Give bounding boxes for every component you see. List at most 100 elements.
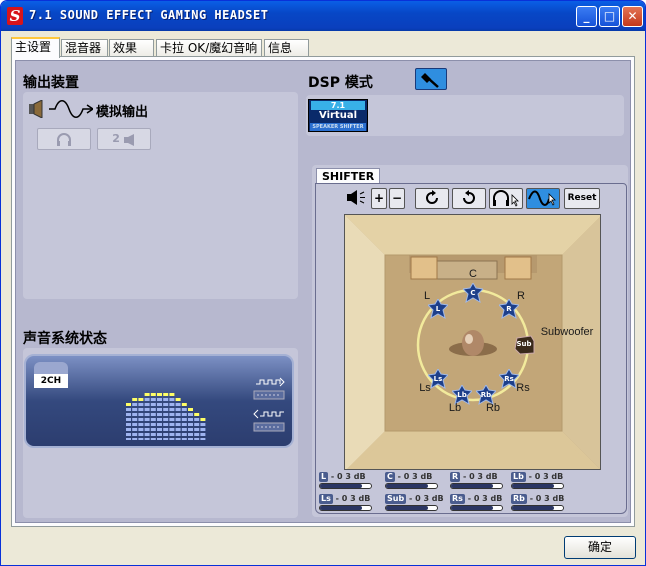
headphone-mode-button[interactable] <box>37 128 91 150</box>
eq-segment <box>169 413 175 416</box>
eq-segment <box>194 423 200 426</box>
eq-segment <box>169 408 175 411</box>
zoom-out-button[interactable]: − <box>389 188 405 209</box>
virtual-71-logo-button[interactable]: 7.1 Virtual SPEAKER SHIFTER <box>308 99 368 132</box>
dsp-mode-panel: 7.1 Virtual SPEAKER SHIFTER <box>306 95 624 136</box>
speaker-l-icon[interactable]: L <box>426 298 450 320</box>
eq-segment <box>126 438 131 441</box>
eq-segment <box>175 403 181 406</box>
level-slider-rs[interactable] <box>450 505 503 511</box>
level-slider-sub[interactable] <box>385 505 438 511</box>
eq-segment <box>169 423 175 426</box>
speaker-sub-icon[interactable]: Sub <box>513 335 535 355</box>
maximize-button[interactable]: □ <box>599 6 620 27</box>
speaker-mode-button[interactable]: 2 <box>97 128 151 150</box>
app-logo-icon: S <box>7 7 23 25</box>
zoom-in-button[interactable]: + <box>371 188 387 209</box>
eq-segment <box>132 423 138 426</box>
level-slider-ls[interactable] <box>319 505 372 511</box>
eq-segment <box>150 433 156 436</box>
eq-segment <box>169 433 175 436</box>
level-slider-r[interactable] <box>450 483 503 489</box>
eq-segment <box>169 438 175 441</box>
eq-segment <box>200 423 206 426</box>
speaker-sub-badge: Sub <box>516 340 532 348</box>
level-fill <box>386 506 428 510</box>
logo-mid-text: Virtual <box>319 110 357 121</box>
tab-karaoke[interactable]: 卡拉 OK/魔幻音响 <box>156 39 262 57</box>
level-fill <box>386 484 428 488</box>
speaker-sub-caption: Subwoofer <box>540 326 594 338</box>
eq-visualizer <box>126 390 210 441</box>
eq-segment <box>144 413 150 416</box>
eq-segment <box>144 398 150 401</box>
channel-badge: Ls <box>319 494 333 504</box>
eq-segment <box>150 428 156 431</box>
analog-output-label: 模拟输出 <box>96 105 149 120</box>
speaker-icon <box>27 99 45 119</box>
tab-effects[interactable]: 效果 <box>109 39 154 57</box>
tab-main-settings[interactable]: 主设置 <box>11 37 60 58</box>
eq-segment <box>132 433 138 436</box>
output-signal-icon <box>252 408 286 434</box>
reset-button[interactable]: Reset <box>564 188 600 209</box>
rotate-cw-button[interactable] <box>415 188 449 209</box>
wave-pointer-button[interactable] <box>526 188 560 209</box>
dsp-tool-button[interactable] <box>415 68 447 90</box>
eq-segment <box>163 393 169 396</box>
level-slider-lb[interactable] <box>511 483 564 489</box>
level-slider-c[interactable] <box>385 483 438 489</box>
speaker-c-caption: C <box>469 268 477 280</box>
channel-badge: 2CH <box>34 374 68 388</box>
eq-segment <box>163 403 169 406</box>
close-button[interactable]: ✕ <box>622 6 643 27</box>
level-slider-rb[interactable] <box>511 505 564 511</box>
level-fill <box>512 484 554 488</box>
rotate-ccw-button[interactable] <box>452 188 486 209</box>
eq-segment <box>132 408 138 411</box>
eq-segment <box>181 423 187 426</box>
level-slider-l[interactable] <box>319 483 372 489</box>
eq-segment <box>181 418 187 421</box>
tab-mixer[interactable]: 混音器 <box>61 39 108 57</box>
channel-badge: R <box>450 472 461 482</box>
eq-segment <box>169 403 175 406</box>
minimize-button[interactable]: _ <box>576 6 597 27</box>
speaker-l-badge: L <box>435 305 441 313</box>
headphone-pointer-icon <box>493 190 519 207</box>
sound-status-display: 2CH <box>24 354 294 448</box>
eq-segment <box>126 428 131 431</box>
meter-value: - 0 3 dB <box>528 472 564 481</box>
eq-segment <box>194 433 200 436</box>
eq-segment <box>150 398 156 401</box>
eq-segment <box>175 428 181 431</box>
input-signal-icon <box>252 376 286 402</box>
eq-segment <box>126 413 131 416</box>
speaker-r-icon[interactable]: R <box>497 298 521 320</box>
eq-segment <box>144 393 150 396</box>
meter-label-sub: Sub - 0 3 dB <box>385 494 444 504</box>
speaker-rs-caption: Rs <box>516 382 530 394</box>
speaker-c-icon[interactable]: C <box>461 282 485 304</box>
speaker-rb-badge: Rb <box>480 391 492 399</box>
eq-segment <box>157 413 162 416</box>
eq-segment <box>175 398 181 401</box>
eq-segment <box>188 433 193 436</box>
eq-segment <box>163 428 169 431</box>
eq-segment <box>138 403 144 406</box>
channel-badge: C <box>385 472 395 482</box>
eq-segment <box>157 438 162 441</box>
speaker-room-view[interactable]: C C L L R R Sub Subwoofer Ls Ls Rs Rs Lb Lb Rb Rb <box>344 214 601 470</box>
eq-segment <box>144 428 150 431</box>
tab-info[interactable]: 信息 <box>264 39 309 57</box>
headphone-pointer-button[interactable] <box>489 188 523 209</box>
speaker-small-icon <box>123 133 136 146</box>
speaker-r-caption: R <box>517 290 525 302</box>
eq-segment <box>150 408 156 411</box>
shifter-panel: SHIFTER + − Reset C C L L R R Sub Subwoo… <box>312 165 628 517</box>
title-bar[interactable]: S 7.1 SOUND EFFECT GAMING HEADSET _ □ ✕ <box>1 1 645 31</box>
shifter-tab[interactable]: SHIFTER <box>316 168 381 184</box>
eq-segment <box>181 433 187 436</box>
mute-speaker-button[interactable] <box>343 188 369 209</box>
ok-button[interactable]: 确定 <box>564 536 636 559</box>
